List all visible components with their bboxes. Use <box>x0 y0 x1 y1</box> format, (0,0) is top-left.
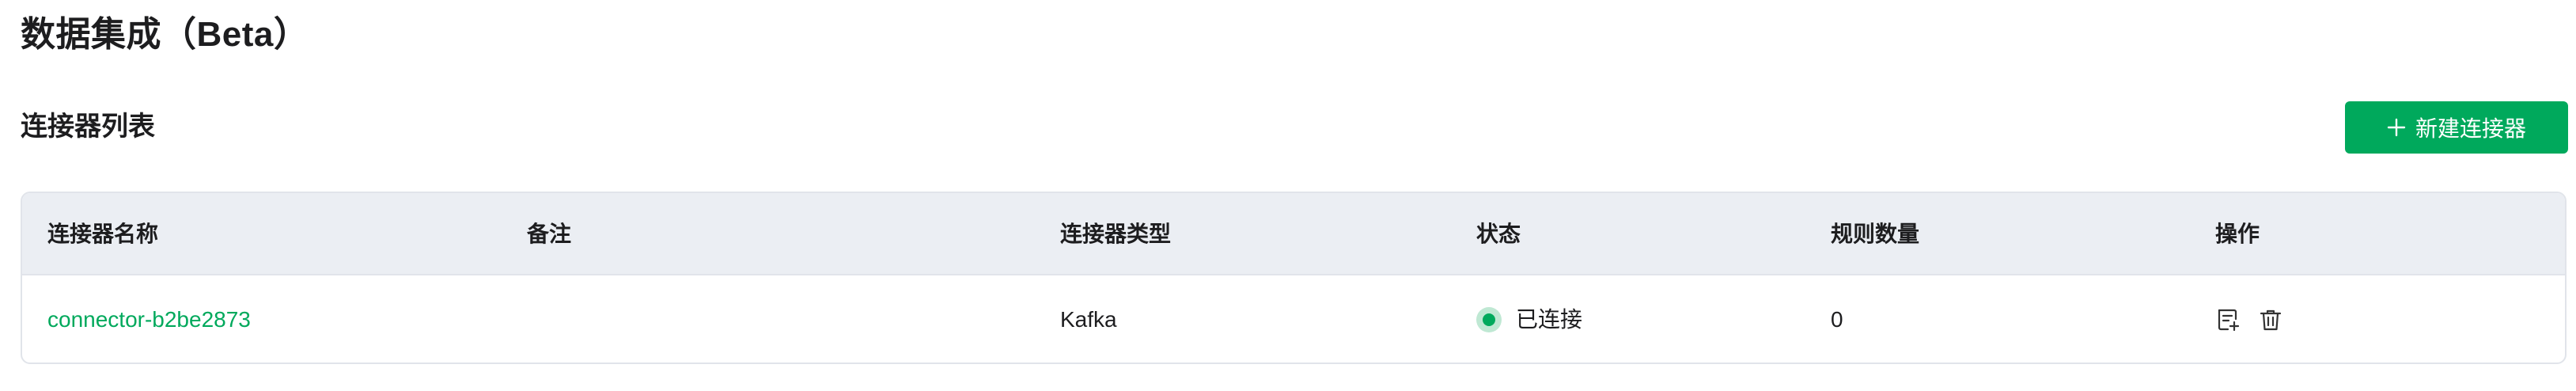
connector-table: 连接器名称 备注 连接器类型 状态 规则数量 操作 connector-b2be… <box>21 192 2567 364</box>
column-header-type: 连接器类型 <box>1060 222 1172 246</box>
plus-icon <box>2387 118 2406 137</box>
page-title: 数据集成（Beta） <box>21 15 309 54</box>
trash-icon[interactable] <box>2258 307 2283 332</box>
edit-rules-icon[interactable] <box>2215 307 2241 332</box>
status-connected-icon <box>1476 307 1502 332</box>
connector-status: 已连接 <box>1476 277 1714 363</box>
connector-type: Kafka <box>1060 307 1117 332</box>
rule-count: 0 <box>1831 307 1843 332</box>
page: 数据集成（Beta） 连接器列表 新建连接器 连接器名称 备注 连接器类型 状态… <box>0 0 2576 391</box>
table-header: 连接器名称 备注 连接器类型 状态 规则数量 操作 <box>22 193 2565 275</box>
table-row: connector-b2be2873 Kafka 已连接 0 <box>22 277 2565 363</box>
column-header-rule-count: 规则数量 <box>1831 222 1920 246</box>
column-header-remark: 备注 <box>527 222 572 246</box>
section-title: 连接器列表 <box>21 112 155 142</box>
new-connector-button[interactable]: 新建连接器 <box>2345 101 2568 154</box>
new-connector-label: 新建连接器 <box>2415 116 2526 141</box>
column-header-actions: 操作 <box>2215 222 2260 246</box>
column-header-name: 连接器名称 <box>47 222 159 246</box>
connector-name-link[interactable]: connector-b2be2873 <box>47 277 251 363</box>
column-header-status: 状态 <box>1476 222 1521 246</box>
status-text: 已连接 <box>1516 307 1583 332</box>
